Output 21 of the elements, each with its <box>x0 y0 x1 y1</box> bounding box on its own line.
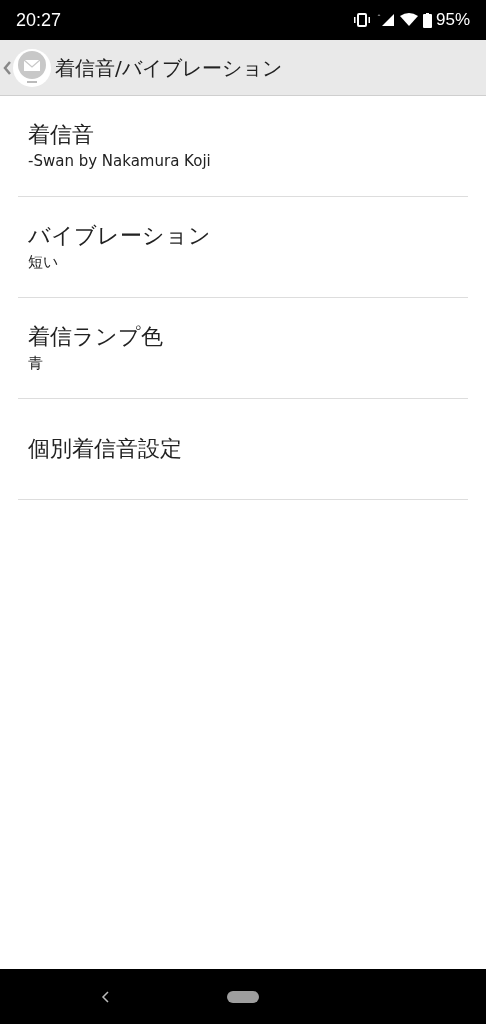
settings-item[interactable]: 着信ランプ色 青 <box>18 298 468 399</box>
screen-title: 着信音/バイブレーション <box>55 54 282 82</box>
item-title: 着信ランプ色 <box>28 323 164 351</box>
item-value: 青 <box>28 353 44 374</box>
app-logo-icon <box>13 48 51 87</box>
vibrate-icon <box>352 13 371 27</box>
item-value: 短い <box>28 252 59 273</box>
back-icon[interactable] <box>101 991 109 1003</box>
home-button[interactable] <box>227 990 259 1003</box>
battery-percentage: 95% <box>435 9 470 32</box>
settings-item[interactable]: 個別着信音設定 <box>18 399 468 500</box>
item-title: バイブレーション <box>28 222 212 250</box>
wifi-icon <box>398 13 419 27</box>
battery-icon <box>422 12 432 28</box>
settings-item[interactable]: バイブレーション 短い <box>18 197 468 298</box>
settings-item[interactable]: 着信音 -Swan by Nakamura Koji <box>18 96 468 197</box>
signal-icon <box>376 13 395 27</box>
item-value: -Swan by Nakamura Koji <box>28 151 212 172</box>
item-title: 個別着信音設定 <box>28 435 183 463</box>
clock: 20:27 <box>16 8 62 32</box>
item-title: 着信音 <box>28 121 95 149</box>
